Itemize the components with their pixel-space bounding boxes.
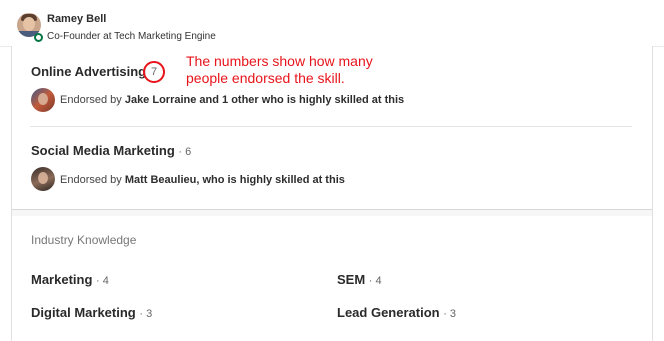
endorsement-summary[interactable]: Endorsed by Matt Beaulieu, who is highly… [60, 174, 345, 186]
skill-endorsement-count[interactable]: · 4 [369, 275, 382, 287]
endorser-avatar[interactable] [31, 88, 55, 112]
annotation-text: The numbers show how many people endorse… [186, 53, 373, 86]
skills-panel [11, 46, 653, 341]
skill-item[interactable]: SEM · 4 [337, 272, 382, 287]
profile-name[interactable]: Ramey Bell [47, 13, 106, 25]
skill-name: Social Media Marketing [31, 143, 175, 158]
section-gap [12, 210, 652, 216]
skill-endorsement-count[interactable]: · 3 [443, 308, 456, 320]
skill-endorsement-count[interactable]: · 3 [139, 308, 152, 320]
skill-endorsement-count[interactable]: 7 [151, 66, 157, 78]
endorsed-by: Matt Beaulieu, who is highly skilled at … [124, 174, 345, 186]
profile-header: Ramey Bell Co-Founder at Tech Marketing … [0, 0, 664, 46]
skill-divider [30, 126, 632, 127]
endorser-avatar[interactable] [31, 167, 55, 191]
skill-item[interactable]: Digital Marketing · 3 [31, 305, 152, 320]
skill-item[interactable]: Marketing · 4 [31, 272, 109, 287]
skill-name: SEM [337, 272, 366, 287]
endorsement-summary[interactable]: Endorsed by Jake Lorraine and 1 other wh… [60, 94, 404, 106]
skill-endorsement-count[interactable]: · 6 [178, 146, 191, 158]
online-status-icon [34, 33, 43, 42]
profile-headline: Co-Founder at Tech Marketing Engine [47, 31, 216, 42]
skill-name: Marketing [31, 272, 93, 287]
skill-name-online-advertising[interactable]: Online Advertising [31, 64, 146, 79]
endorsed-by: Jake Lorraine and 1 other who is highly … [124, 94, 405, 106]
industry-knowledge-title: Industry Knowledge [31, 233, 137, 247]
endorser-face [38, 172, 48, 184]
skill-name: Lead Generation [337, 305, 440, 320]
avatar-face [23, 17, 35, 31]
endorsed-prefix: Endorsed by [60, 94, 125, 106]
endorsed-prefix: Endorsed by [60, 174, 125, 186]
skill-endorsement-count[interactable]: · 4 [96, 275, 109, 287]
skill-item[interactable]: Lead Generation · 3 [337, 305, 456, 320]
endorser-face [38, 93, 48, 105]
skill-name: Digital Marketing [31, 305, 136, 320]
skill-name-social-media-marketing[interactable]: Social Media Marketing · 6 [31, 143, 191, 158]
